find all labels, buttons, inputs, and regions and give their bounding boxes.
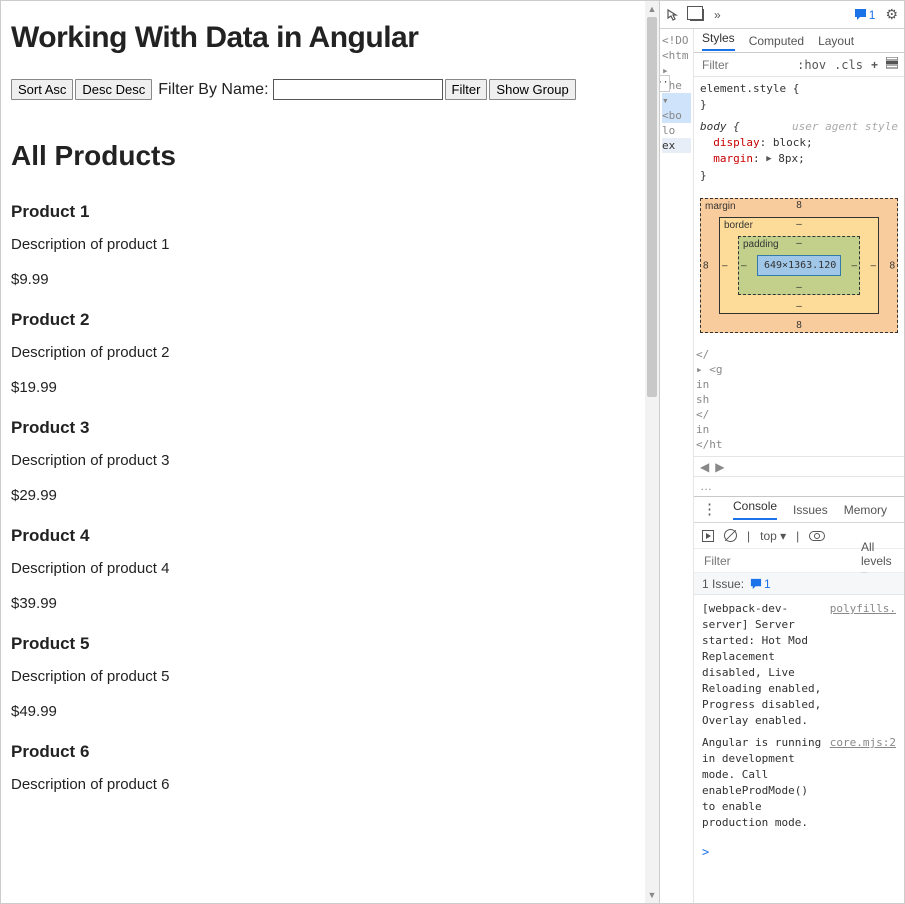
- product-price: $29.99: [11, 487, 649, 504]
- styles-overflow-icon[interactable]: [886, 57, 898, 72]
- elements-tree-tail[interactable]: </ ▸ <g in sh </ in </ht: [694, 343, 904, 456]
- show-group-button[interactable]: Show Group: [489, 79, 575, 100]
- device-toggle-icon[interactable]: [690, 9, 704, 21]
- devtools-toolbar: » 1 ⚙: [660, 1, 904, 29]
- sort-desc-button[interactable]: Desc Desc: [75, 79, 152, 100]
- product-name: Product 4: [11, 526, 649, 546]
- chevron-right-icon[interactable]: »: [714, 8, 721, 22]
- scroll-down-icon[interactable]: ▼: [645, 887, 659, 903]
- styles-rules[interactable]: element.style { } body {user agent style…: [694, 77, 904, 188]
- live-expression-icon[interactable]: [809, 531, 825, 541]
- tab-memory[interactable]: Memory: [844, 503, 887, 517]
- filter-button[interactable]: Filter: [445, 79, 488, 100]
- issues-bar[interactable]: 1 Issue: 1: [694, 573, 904, 595]
- console-drawer: ⋮ Console Issues Memory | top ▾ |: [694, 496, 904, 861]
- cls-toggle[interactable]: .cls: [834, 58, 863, 72]
- product-price: $49.99: [11, 703, 649, 720]
- product-price: $19.99: [11, 379, 649, 396]
- product-description: Description of product 5: [11, 668, 649, 685]
- elements-line[interactable]: lo: [662, 123, 691, 138]
- scroll-up-icon[interactable]: ▲: [645, 1, 659, 17]
- new-style-rule-icon[interactable]: +: [871, 58, 878, 72]
- filter-input[interactable]: [273, 79, 443, 100]
- breadcrumb-nav[interactable]: ◀ ▶: [694, 456, 904, 476]
- padding-label: padding: [743, 239, 779, 250]
- controls-row: Sort Asc Desc Desc Filter By Name: Filte…: [11, 79, 649, 100]
- tab-console[interactable]: Console: [733, 499, 777, 520]
- elements-line-selected[interactable]: ▾ <bo: [662, 93, 691, 123]
- product-name: Product 3: [11, 418, 649, 438]
- product-description: Description of product 6: [11, 776, 649, 793]
- elements-line[interactable]: ex: [662, 138, 691, 153]
- hov-toggle[interactable]: :hov: [797, 58, 826, 72]
- product-name: Product 5: [11, 634, 649, 654]
- inspect-icon[interactable]: [666, 8, 680, 22]
- product-description: Description of product 3: [11, 452, 649, 469]
- page-title: Working With Data in Angular: [11, 21, 649, 55]
- sort-asc-button[interactable]: Sort Asc: [11, 79, 73, 100]
- execution-context-icon[interactable]: [702, 530, 714, 542]
- devtools-panel: » 1 ⚙ ··· <!DO <htm ▸ <he ▾ <bo lo ex St…: [659, 1, 904, 903]
- messages-badge[interactable]: 1: [854, 8, 876, 22]
- console-output[interactable]: [webpack-dev-server] Server started: Hot…: [694, 595, 904, 843]
- box-model[interactable]: margin 8 8 8 8 border – – – –: [694, 188, 904, 343]
- elements-line[interactable]: <!DO: [662, 33, 691, 48]
- border-label: border: [724, 220, 753, 231]
- rendered-page: Working With Data in Angular Sort Asc De…: [1, 1, 659, 903]
- tab-styles[interactable]: Styles: [702, 31, 735, 51]
- tab-computed[interactable]: Computed: [749, 34, 804, 48]
- tab-layout[interactable]: Layout: [818, 34, 854, 48]
- crumb-left-icon[interactable]: ◀: [700, 460, 709, 474]
- elements-tree[interactable]: ··· <!DO <htm ▸ <he ▾ <bo lo ex: [660, 29, 694, 903]
- margin-label: margin: [705, 201, 736, 212]
- console-prompt[interactable]: >: [694, 843, 904, 861]
- product-description: Description of product 2: [11, 344, 649, 361]
- styles-filter-row: :hov .cls +: [694, 53, 904, 77]
- filter-label: Filter By Name:: [158, 81, 268, 99]
- more-bar[interactable]: …: [694, 476, 904, 496]
- product-name: Product 6: [11, 742, 649, 762]
- styles-tabs: Styles Computed Layout: [694, 29, 904, 53]
- page-scrollbar[interactable]: ▲ ▼: [645, 1, 659, 903]
- styles-filter-input[interactable]: [700, 57, 750, 73]
- content-size: 649×1363.120: [757, 255, 841, 276]
- product-description: Description of product 1: [11, 236, 649, 253]
- product-price: $39.99: [11, 595, 649, 612]
- elements-line[interactable]: <htm: [662, 48, 691, 63]
- scroll-thumb[interactable]: [647, 17, 657, 397]
- product-name: Product 2: [11, 310, 649, 330]
- crumb-right-icon[interactable]: ▶: [715, 460, 724, 474]
- section-title: All Products: [11, 140, 649, 172]
- product-name: Product 1: [11, 202, 649, 222]
- gear-icon[interactable]: ⚙: [885, 6, 898, 23]
- product-description: Description of product 4: [11, 560, 649, 577]
- tab-issues[interactable]: Issues: [793, 503, 828, 517]
- product-price: $9.99: [11, 271, 649, 288]
- clear-console-icon[interactable]: [724, 529, 737, 542]
- console-filter-input[interactable]: [702, 553, 861, 569]
- context-selector[interactable]: top ▾: [760, 529, 786, 543]
